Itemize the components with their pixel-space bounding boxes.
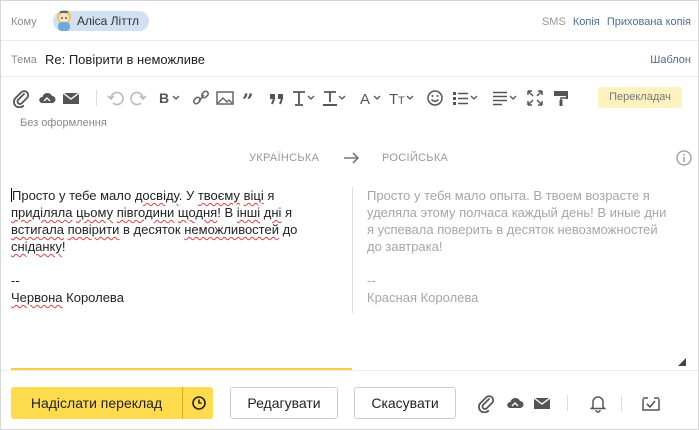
clock-icon: [192, 396, 206, 410]
translated-text-preview: Просто у тебя мало опыта. В твоем возрас…: [367, 187, 692, 306]
cloud-attach-icon[interactable]: [37, 88, 57, 108]
source-line-2: приділяла цьому півгодини щодня! В інші …: [11, 205, 293, 220]
target-line-4: до завтрака!: [367, 239, 443, 254]
send-translation-button[interactable]: Надіслати переклад: [11, 387, 182, 419]
editor-bottom-border: [1, 370, 698, 371]
source-line-1: Просто у тебе мало досвіду. У твоєму віц…: [12, 188, 275, 203]
format-brush-icon[interactable]: [552, 88, 570, 108]
quote-icon[interactable]: ”: [241, 88, 259, 108]
translator-button[interactable]: Перекладач: [598, 87, 682, 108]
recipient-chip[interactable]: Аліса Літтл: [53, 10, 149, 31]
target-signature: Красная Королева: [367, 290, 479, 305]
target-language[interactable]: РОСІЙСЬКА: [382, 152, 448, 164]
pane-divider: [352, 187, 353, 313]
to-row: Кому Аліса Літтл SMS Копія Прихована коп…: [1, 1, 698, 41]
paperclip-icon[interactable]: [12, 88, 30, 108]
source-line: Просто у тебе мало досвіду. У твоєму віц…: [11, 187, 341, 204]
no-format-link[interactable]: Без оформлення: [20, 117, 107, 129]
source-line-3: встигала повірити в десяток неможливосте…: [11, 222, 298, 237]
source-line-4: сніданку!: [11, 239, 66, 254]
mail-attach-icon[interactable]: [533, 393, 551, 418]
paperclip-icon[interactable]: [477, 393, 495, 418]
svg-text:A: A: [360, 91, 370, 108]
bell-icon[interactable]: [589, 393, 607, 418]
to-links: SMS Копія Прихована копія: [538, 16, 691, 28]
cc-link[interactable]: Копія: [573, 16, 600, 28]
align-icon[interactable]: [491, 88, 521, 108]
mail-attach-icon[interactable]: [62, 88, 80, 108]
compose-window: Кому Аліса Літтл SMS Копія Прихована коп…: [0, 0, 699, 430]
bold-icon[interactable]: B: [158, 88, 184, 108]
quote-block-icon[interactable]: [268, 88, 286, 108]
source-text-editor[interactable]: Просто у тебе мало досвіду. У твоєму віц…: [11, 187, 341, 306]
svg-text:T: T: [389, 91, 398, 108]
svg-text:B: B: [159, 90, 169, 106]
image-icon[interactable]: [215, 88, 235, 108]
source-signature-dash: --: [11, 273, 20, 288]
translate-lang-row: УКРАЇНСЬКА РОСІЙСЬКА: [1, 151, 698, 167]
sms-link[interactable]: SMS: [542, 16, 566, 28]
font-size-icon[interactable]: TT: [388, 88, 418, 108]
subject-input[interactable]: Re: Повірити в неможливе: [45, 52, 205, 67]
subject-label: Тема: [11, 54, 37, 66]
source-language[interactable]: УКРАЇНСЬКА: [249, 152, 319, 164]
done-check-icon[interactable]: [641, 393, 661, 418]
text-color-icon[interactable]: [322, 88, 350, 108]
target-line-3: я успевала поверить в десяток невозможно…: [367, 222, 658, 237]
format-toolbar: B ” A TT Перекладач: [1, 85, 698, 111]
undo-icon[interactable]: [107, 88, 125, 108]
link-icon[interactable]: [192, 88, 210, 108]
svg-text:”: ”: [242, 89, 254, 108]
list-icon[interactable]: [451, 88, 483, 108]
svg-text:T: T: [398, 95, 405, 107]
recipient-name: Аліса Літтл: [77, 14, 139, 28]
target-signature-dash: --: [367, 273, 376, 288]
to-label: Кому: [11, 16, 37, 28]
bcc-link[interactable]: Прихована копія: [607, 16, 691, 28]
toolbar-divider: [96, 90, 97, 106]
fullscreen-icon[interactable]: [526, 88, 544, 108]
cancel-button[interactable]: Скасувати: [354, 387, 456, 419]
edit-button[interactable]: Редагувати: [230, 387, 338, 419]
avatar: [57, 10, 71, 31]
send-later-button[interactable]: [182, 387, 213, 419]
text-style-icon[interactable]: [291, 88, 319, 108]
source-signature: Червона Королева: [11, 290, 124, 305]
arrow-right-icon: [343, 151, 361, 170]
target-line-2: уделяла этому полчаса каждый день! В ины…: [367, 205, 667, 220]
actions-divider: [567, 395, 568, 411]
subject-row: Тема Re: Повірити в неможливе Шаблон: [1, 41, 698, 77]
info-icon[interactable]: [676, 150, 692, 171]
cloud-attach-icon[interactable]: [505, 393, 525, 418]
font-icon[interactable]: A: [359, 88, 385, 108]
emoji-icon[interactable]: [425, 88, 445, 108]
template-link[interactable]: Шаблон: [650, 54, 691, 66]
redo-icon[interactable]: [129, 88, 147, 108]
target-line-1: Просто у тебя мало опыта. В твоем возрас…: [367, 188, 650, 203]
actions-divider: [621, 395, 622, 411]
